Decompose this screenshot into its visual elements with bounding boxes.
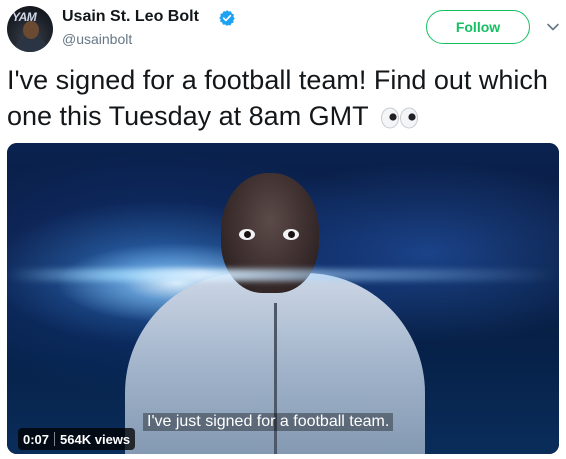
video-person-eye-left: [239, 229, 255, 240]
user-handle[interactable]: @usainbolt: [62, 31, 132, 47]
tweet-text-body: I've signed for a football team! Find ou…: [7, 65, 548, 131]
eyes-emoji-icon: [380, 107, 418, 129]
video-subtitle: I've just signed for a football team.: [143, 413, 394, 431]
user-avatar[interactable]: YAM: [7, 6, 53, 52]
video-duration: 0:07: [23, 431, 50, 447]
video-player[interactable]: I've just signed for a football team. 0:…: [7, 143, 559, 454]
video-person-eye-right: [283, 229, 299, 240]
video-person-zipper: [274, 303, 277, 454]
video-stats-badge: 0:07 564K views: [18, 428, 136, 450]
display-name[interactable]: Usain St. Leo Bolt: [62, 8, 199, 26]
tweet-text: I've signed for a football team! Find ou…: [7, 62, 557, 134]
stat-divider: [54, 432, 56, 446]
chevron-down-icon[interactable]: [546, 20, 560, 34]
avatar-logo-text: YAM: [12, 10, 37, 24]
video-view-count: 564K views: [60, 431, 131, 447]
follow-button[interactable]: Follow: [426, 10, 530, 44]
verified-badge-icon: [219, 10, 235, 26]
video-light-flare: [7, 269, 559, 281]
